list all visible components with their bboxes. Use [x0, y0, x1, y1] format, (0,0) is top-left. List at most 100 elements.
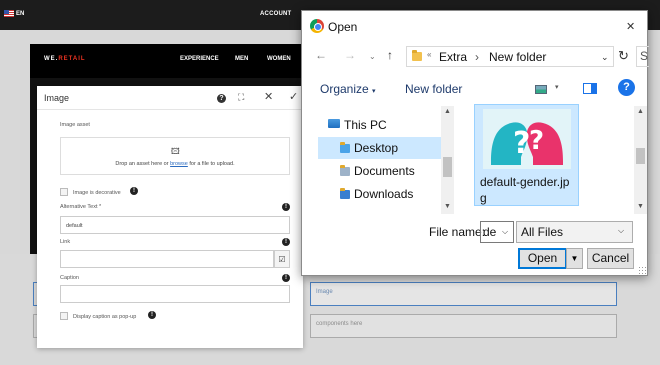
decorative-label: Image is decorative — [73, 190, 121, 196]
svg-text:?: ? — [513, 126, 530, 161]
back-arrow-icon[interactable]: ← — [315, 48, 327, 62]
desktop-folder-icon — [340, 142, 350, 153]
cancel-button[interactable]: Cancel — [587, 248, 634, 269]
refresh-icon[interactable]: ↻ — [618, 48, 629, 64]
search-box[interactable]: S — [636, 46, 649, 67]
file-scroll-up-icon[interactable]: ▲ — [637, 108, 644, 115]
file-name-dropdown-icon[interactable]: ⌵ — [502, 227, 508, 237]
nav-scrollbar[interactable]: ▲ ▼ — [441, 106, 454, 214]
chrome-icon — [310, 19, 324, 33]
drop-text-after: for a file to upload. — [187, 161, 235, 167]
scroll-up-icon[interactable]: ▲ — [444, 108, 451, 115]
link-picker-icon[interactable]: ☑ — [274, 250, 290, 268]
link-input[interactable] — [60, 250, 274, 268]
alt-text-label: Alternative Text * — [60, 204, 102, 210]
image-asset-label: Image asset — [60, 122, 90, 128]
check-icon[interactable]: ✓ — [289, 91, 298, 103]
organize-chevron-icon: ▾ — [372, 88, 376, 95]
nav-men[interactable]: MEN — [235, 56, 248, 62]
scroll-down-icon[interactable]: ▼ — [444, 203, 451, 210]
language-selector[interactable]: EN — [4, 10, 24, 17]
brand-prefix: WE. — [44, 56, 59, 62]
decorative-checkbox[interactable] — [60, 188, 68, 196]
organize-menu[interactable]: Organize ▾ — [320, 82, 376, 96]
file-name-label: File name: — [429, 225, 486, 239]
image-edit-dialog: Image ? ⛶ ✕ ✓ Image asset 🖾 Drop an asse… — [37, 86, 303, 348]
tree-this-pc-label: This PC — [344, 118, 387, 132]
svg-text:?: ? — [529, 126, 544, 156]
new-folder-button[interactable]: New folder — [405, 82, 462, 96]
drag-components-placeholder[interactable]: components here — [310, 314, 617, 338]
file-type-filter[interactable]: All Files — [516, 221, 633, 243]
tree-documents[interactable]: Documents — [318, 160, 454, 182]
file-item-default-gender[interactable]: ? ? default-gender.jp g — [474, 104, 579, 206]
us-flag-icon — [4, 10, 14, 17]
address-bar[interactable]: « Extra › New folder ⌄ — [406, 46, 614, 67]
view-dropdown-icon[interactable]: ▾ — [555, 83, 559, 91]
alt-text-input[interactable]: default — [60, 216, 290, 234]
tree-downloads[interactable]: Downloads — [318, 183, 454, 205]
filter-chevron-icon[interactable]: ⌵ — [618, 226, 624, 236]
tree-this-pc[interactable]: This PC — [302, 114, 442, 136]
help-icon[interactable]: ? — [217, 91, 226, 103]
fullscreen-icon[interactable]: ⛶ — [238, 91, 244, 103]
close-icon[interactable]: ✕ — [264, 91, 273, 103]
organize-label: Organize — [320, 82, 369, 96]
file-scrollbar[interactable]: ▲ ▼ — [634, 106, 647, 214]
downloads-folder-icon — [340, 188, 350, 199]
link-info-icon[interactable]: ! — [282, 238, 290, 246]
open-split-arrow-icon[interactable]: ▼ — [566, 248, 583, 269]
up-arrow-icon[interactable]: ↑ — [387, 48, 393, 62]
documents-folder-icon — [340, 165, 350, 176]
folder-icon — [412, 50, 422, 61]
tree-documents-label: Documents — [354, 164, 415, 178]
caption-input[interactable] — [60, 285, 290, 303]
file-name-input[interactable]: de — [480, 221, 514, 243]
view-options-icon[interactable] — [535, 85, 547, 94]
address-dropdown-icon[interactable]: ⌄ — [601, 52, 609, 63]
file-name-line1: default-gender.jp — [480, 175, 570, 189]
alt-text-info-icon[interactable]: ! — [282, 203, 290, 211]
image-icon: 🖾 — [171, 147, 180, 156]
forward-arrow-icon[interactable]: → — [344, 48, 356, 62]
file-scroll-thumb[interactable] — [636, 148, 645, 164]
image-component-slot[interactable]: Image — [310, 282, 617, 306]
caption-label: Caption — [60, 275, 79, 281]
popup-checkbox[interactable] — [60, 312, 68, 320]
computer-icon — [328, 119, 340, 128]
resize-grip-icon[interactable] — [638, 266, 646, 274]
language-label: EN — [16, 10, 25, 17]
breadcrumb-new-folder[interactable]: New folder — [489, 50, 546, 64]
nav-women[interactable]: WOMEN — [267, 56, 291, 62]
tree-desktop[interactable]: Desktop — [318, 137, 454, 159]
recent-locations-chevron-icon[interactable]: ⌄ — [369, 52, 376, 61]
dialog-title: Image — [44, 93, 70, 103]
preview-pane-icon[interactable] — [583, 83, 597, 94]
dropzone-text: Drop an asset here or browse for a file … — [61, 161, 289, 167]
file-scroll-down-icon[interactable]: ▼ — [637, 203, 644, 210]
decorative-info-icon[interactable]: ! — [130, 187, 138, 195]
close-icon[interactable]: ✕ — [626, 20, 635, 33]
asset-dropzone[interactable]: 🖾 Drop an asset here or browse for a fil… — [60, 137, 290, 175]
drop-text-before: Drop an asset here or — [115, 161, 171, 167]
help-icon[interactable]: ? — [618, 79, 635, 96]
popup-label: Display caption as pop-up — [73, 314, 137, 320]
account-link[interactable]: ACCOUNT — [260, 11, 291, 17]
open-button[interactable]: Open — [518, 248, 567, 269]
navigation-pane: This PC Desktop Documents Downloads — [302, 106, 454, 214]
nav-scroll-thumb[interactable] — [443, 157, 452, 177]
browse-link[interactable]: browse — [170, 161, 188, 167]
popup-info-icon[interactable]: ! — [148, 311, 156, 319]
dialog-title: Open — [328, 20, 358, 34]
tree-desktop-label: Desktop — [354, 141, 399, 155]
dialog-header: Image ? ⛶ ✕ ✓ — [37, 86, 303, 110]
file-name-text: default-gender.jp g — [480, 174, 569, 206]
caption-info-icon[interactable]: ! — [282, 274, 290, 282]
breadcrumb-extra[interactable]: Extra — [439, 50, 467, 64]
link-label: Link — [60, 239, 71, 245]
file-thumbnail: ? ? — [483, 109, 571, 169]
nav-experience[interactable]: EXPERIENCE — [180, 56, 219, 62]
gender-question-image: ? ? — [483, 109, 571, 169]
brand-accent: RETAIL — [58, 56, 86, 62]
brand-logo[interactable]: WE.RETAIL — [44, 56, 86, 62]
